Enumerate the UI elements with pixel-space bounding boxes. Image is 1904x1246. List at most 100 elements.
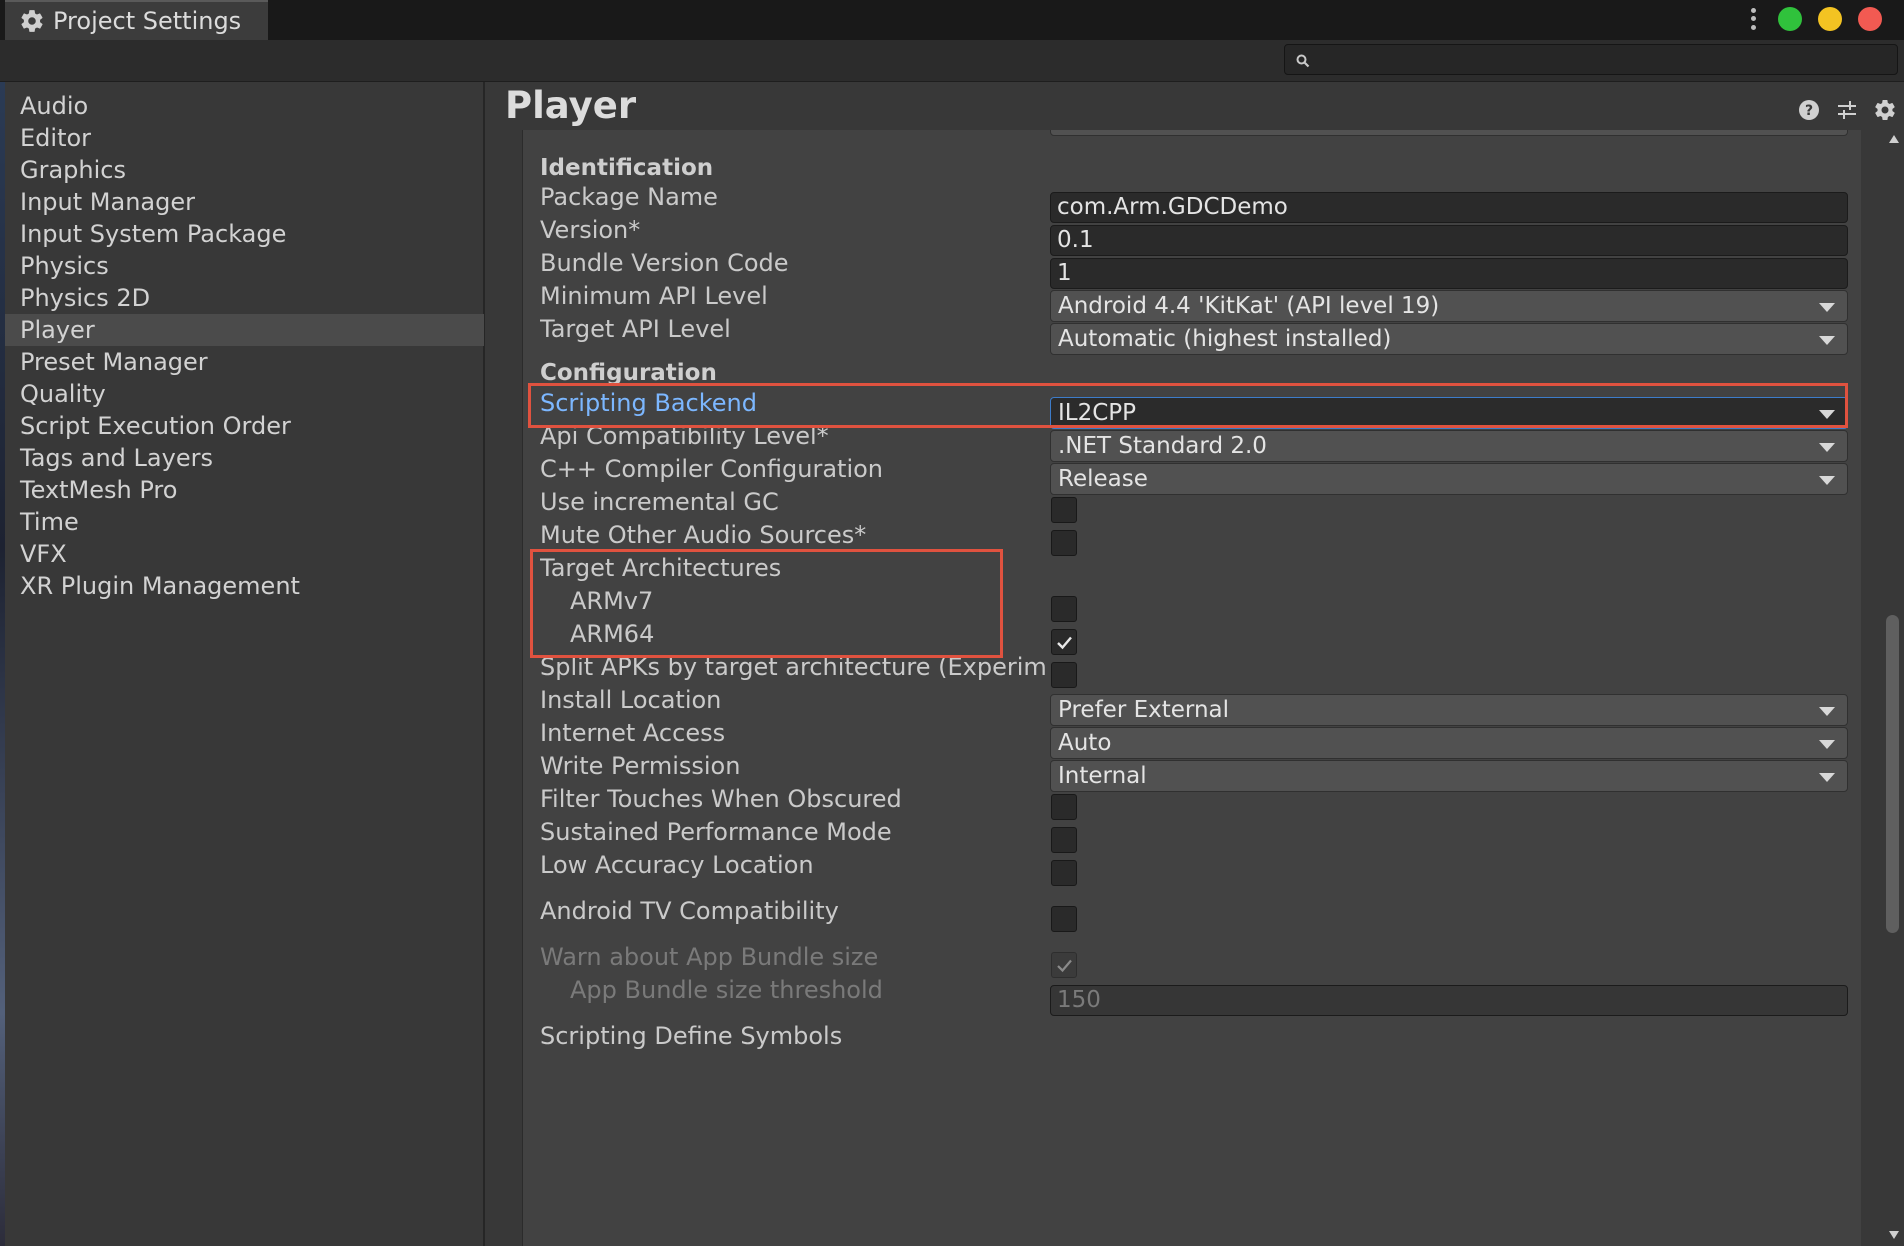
- filter-touches-checkbox[interactable]: [1051, 794, 1077, 820]
- package-name-label: Package Name: [540, 183, 718, 211]
- sustained-performance-label: Sustained Performance Mode: [540, 818, 892, 846]
- search-input[interactable]: [1317, 48, 1887, 72]
- filter-touches-label: Filter Touches When Obscured: [540, 785, 902, 813]
- sidebar-item-input-manager[interactable]: Input Manager: [5, 186, 484, 218]
- min-api-level-label: Minimum API Level: [540, 282, 768, 310]
- dropdown-caret-icon: [1819, 443, 1835, 452]
- warn-app-bundle-label: Warn about App Bundle size: [540, 943, 879, 971]
- settings-icon[interactable]: [1873, 98, 1897, 122]
- min-api-level-value: Android 4.4 'KitKat' (API level 19): [1058, 293, 1440, 319]
- internet-access-value: Auto: [1058, 730, 1112, 756]
- preset-icon[interactable]: [1835, 98, 1859, 122]
- cpp-compiler-config-value: Release: [1058, 466, 1148, 492]
- minimize-button[interactable]: [1818, 7, 1842, 31]
- android-tv-checkbox[interactable]: [1051, 906, 1077, 932]
- dropdown-caret-icon: [1819, 740, 1835, 749]
- internet-access-label: Internet Access: [540, 719, 726, 747]
- scrollbar-thumb[interactable]: [1886, 615, 1899, 933]
- split-apks-checkbox[interactable]: [1051, 662, 1077, 688]
- identification-heading: Identification: [540, 155, 714, 181]
- dropdown-caret-icon: [1819, 476, 1835, 485]
- sidebar-item-textmesh-pro[interactable]: TextMesh Pro: [5, 474, 484, 506]
- package-name-field[interactable]: com.Arm.GDCDemo: [1050, 192, 1848, 223]
- bundle-version-code-value: 1: [1057, 260, 1072, 286]
- sidebar-item-time[interactable]: Time: [5, 506, 484, 538]
- previous-field[interactable]: [1050, 130, 1848, 136]
- low-accuracy-location-label: Low Accuracy Location: [540, 851, 814, 879]
- scripting-define-symbols-label: Scripting Define Symbols: [540, 1022, 843, 1050]
- dropdown-caret-icon: [1819, 707, 1835, 716]
- search-field[interactable]: [1284, 44, 1898, 75]
- checkmark-icon: [1057, 636, 1072, 650]
- sidebar-item-audio[interactable]: Audio: [5, 90, 484, 122]
- gear-icon: [21, 10, 43, 32]
- player-settings-panel: Identification Package Name com.Arm.GDCD…: [522, 130, 1861, 1246]
- sidebar-item-tags-and-layers[interactable]: Tags and Layers: [5, 442, 484, 474]
- incremental-gc-checkbox[interactable]: [1051, 497, 1077, 523]
- write-permission-value: Internal: [1058, 763, 1147, 789]
- sidebar-item-preset-manager[interactable]: Preset Manager: [5, 346, 484, 378]
- mute-audio-checkbox[interactable]: [1051, 530, 1077, 556]
- install-location-value: Prefer External: [1058, 697, 1230, 723]
- sustained-performance-checkbox[interactable]: [1051, 827, 1077, 853]
- sidebar-item-player[interactable]: Player: [5, 314, 484, 346]
- api-compatibility-dropdown[interactable]: .NET Standard 2.0: [1050, 430, 1848, 462]
- install-location-dropdown[interactable]: Prefer External: [1050, 694, 1848, 726]
- sidebar-item-editor[interactable]: Editor: [5, 122, 484, 154]
- sidebar-item-script-execution-order[interactable]: Script Execution Order: [5, 410, 484, 442]
- cpp-compiler-config-dropdown[interactable]: Release: [1050, 463, 1848, 495]
- bundle-version-code-label: Bundle Version Code: [540, 249, 789, 277]
- scroll-up-icon[interactable]: [1888, 134, 1900, 144]
- help-icon[interactable]: ?: [1797, 98, 1821, 122]
- armv7-checkbox[interactable]: [1051, 596, 1077, 622]
- target-api-level-dropdown[interactable]: Automatic (highest installed): [1050, 323, 1848, 355]
- low-accuracy-location-checkbox[interactable]: [1051, 860, 1077, 886]
- settings-sidebar: Audio Editor Graphics Input Manager Inpu…: [5, 82, 485, 1246]
- dropdown-caret-icon: [1819, 773, 1835, 782]
- sidebar-item-physics-2d[interactable]: Physics 2D: [5, 282, 484, 314]
- tab-title: Project Settings: [53, 7, 242, 35]
- write-permission-dropdown[interactable]: Internal: [1050, 760, 1848, 792]
- scroll-down-icon[interactable]: [1888, 1230, 1900, 1240]
- tab-project-settings[interactable]: Project Settings: [5, 0, 268, 40]
- close-button[interactable]: [1858, 7, 1882, 31]
- internet-access-dropdown[interactable]: Auto: [1050, 727, 1848, 759]
- version-label: Version*: [540, 216, 641, 244]
- warn-app-bundle-checkbox: [1051, 952, 1077, 978]
- app-bundle-threshold-label: App Bundle size threshold: [570, 976, 883, 1004]
- settings-main: Player ? Identification Package Name com…: [487, 82, 1904, 1246]
- sidebar-item-physics[interactable]: Physics: [5, 250, 484, 282]
- highlight-target-architectures: [530, 549, 1003, 658]
- mute-audio-label: Mute Other Audio Sources*: [540, 521, 867, 549]
- sidebar-item-vfx[interactable]: VFX: [5, 538, 484, 570]
- android-tv-label: Android TV Compatibility: [540, 897, 839, 925]
- svg-text:?: ?: [1805, 103, 1813, 119]
- sidebar-item-xr-plugin-management[interactable]: XR Plugin Management: [5, 570, 484, 602]
- arm64-checkbox[interactable]: [1051, 629, 1077, 655]
- write-permission-label: Write Permission: [540, 752, 741, 780]
- target-api-level-label: Target API Level: [540, 315, 731, 343]
- dropdown-caret-icon: [1819, 336, 1835, 345]
- more-options-icon[interactable]: [1746, 6, 1760, 32]
- vertical-scrollbar[interactable]: [1883, 130, 1904, 1246]
- sidebar-item-quality[interactable]: Quality: [5, 378, 484, 410]
- page-title: Player: [505, 84, 637, 127]
- sidebar-item-input-system-package[interactable]: Input System Package: [5, 218, 484, 250]
- toolbar: [0, 40, 1904, 82]
- maximize-button[interactable]: [1778, 7, 1802, 31]
- min-api-level-dropdown[interactable]: Android 4.4 'KitKat' (API level 19): [1050, 290, 1848, 322]
- checkmark-icon: [1057, 959, 1072, 973]
- package-name-value: com.Arm.GDCDemo: [1057, 194, 1288, 220]
- app-bundle-threshold-value: 150: [1057, 987, 1101, 1013]
- dropdown-caret-icon: [1819, 303, 1835, 312]
- install-location-label: Install Location: [540, 686, 722, 714]
- highlight-scripting-backend: [528, 383, 1848, 428]
- sidebar-item-graphics[interactable]: Graphics: [5, 154, 484, 186]
- bundle-version-code-field[interactable]: 1: [1050, 258, 1848, 289]
- title-bar: Project Settings: [0, 0, 1904, 40]
- incremental-gc-label: Use incremental GC: [540, 488, 779, 516]
- api-compatibility-value: .NET Standard 2.0: [1058, 433, 1267, 459]
- version-value: 0.1: [1057, 227, 1094, 253]
- target-api-level-value: Automatic (highest installed): [1058, 326, 1392, 352]
- version-field[interactable]: 0.1: [1050, 225, 1848, 256]
